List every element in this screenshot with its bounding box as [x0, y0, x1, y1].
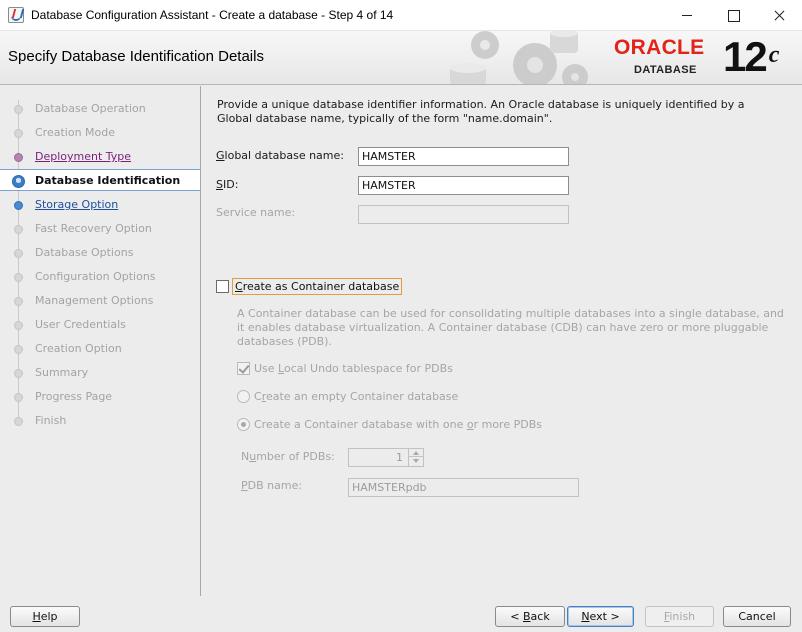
- nav-step-label: Creation Mode: [35, 126, 116, 139]
- nav-step-creation-option: Creation Option: [0, 338, 200, 360]
- container-description: A Container database can be used for con…: [237, 307, 784, 348]
- help-button[interactable]: Help: [10, 606, 80, 627]
- nav-step-label: Fast Recovery Option: [35, 222, 152, 235]
- step-indicator-icon: [14, 297, 23, 306]
- step-indicator-icon: [14, 129, 23, 138]
- nav-step-label: Database Operation: [35, 102, 146, 115]
- global-db-name-label: Global database name:: [216, 149, 344, 162]
- pdb-name-input[interactable]: [348, 478, 579, 497]
- step-indicator-icon: [14, 201, 23, 210]
- maximize-icon[interactable]: [710, 0, 756, 31]
- main-panel: Provide a unique database identifier inf…: [201, 86, 802, 596]
- nav-step-label: Configuration Options: [35, 270, 156, 283]
- num-pdbs-value: 1: [396, 451, 403, 464]
- database-wordmark: DATABASE: [634, 64, 697, 76]
- step-indicator-icon: [14, 225, 23, 234]
- step-indicator-icon: [14, 417, 23, 426]
- nav-step-database-options: Database Options: [0, 242, 200, 264]
- nav-step-label: Finish: [35, 414, 67, 427]
- nav-step-fast-recovery-option: Fast Recovery Option: [0, 218, 200, 240]
- nav-step-user-credentials: User Credentials: [0, 314, 200, 336]
- header-banner: Specify Database Identification Details …: [0, 31, 802, 85]
- nav-step-label: Progress Page: [35, 390, 113, 403]
- version-suffix: c: [768, 42, 780, 68]
- nav-step-label: Database Options: [35, 246, 134, 259]
- cancel-button[interactable]: Cancel: [723, 606, 791, 627]
- oracle-wordmark: ORACLE: [614, 36, 705, 59]
- nav-step-label: Management Options: [35, 294, 154, 307]
- num-pdbs-label: Number of PDBs:: [241, 450, 335, 463]
- service-name-label: Service name:: [216, 206, 296, 219]
- nav-step-summary: Summary: [0, 362, 200, 384]
- nav-step-deployment-type[interactable]: Deployment Type: [0, 146, 200, 168]
- step-indicator-icon: [14, 273, 23, 282]
- service-name-input[interactable]: [358, 205, 569, 224]
- page-title: Specify Database Identification Details: [8, 48, 264, 65]
- create-container-label[interactable]: Create as Container database: [232, 278, 403, 295]
- nav-step-label: Summary: [35, 366, 89, 379]
- java-app-icon: [8, 7, 24, 23]
- nav-step-label: Creation Option: [35, 342, 122, 355]
- empty-cdb-radio[interactable]: [237, 390, 250, 403]
- local-undo-checkbox[interactable]: [237, 362, 250, 375]
- empty-cdb-label: Create an empty Container database: [254, 390, 459, 403]
- stepper-down-icon[interactable]: [409, 457, 423, 465]
- sid-label: SID:: [216, 178, 239, 191]
- local-undo-label: Use Local Undo tablespace for PDBs: [254, 362, 453, 375]
- step-indicator-icon: [14, 153, 23, 162]
- back-button[interactable]: < Back: [495, 606, 565, 627]
- step-indicator-icon: [14, 321, 23, 330]
- nav-step-configuration-options: Configuration Options: [0, 266, 200, 288]
- step-indicator-icon: [14, 249, 23, 258]
- nav-step-management-options: Management Options: [0, 290, 200, 312]
- step-indicator-icon: [12, 175, 25, 188]
- nav-step-label: User Credentials: [35, 318, 126, 331]
- stepper-up-icon[interactable]: [409, 449, 423, 457]
- footer-bar: Help < Back Next > Finish Cancel: [0, 596, 802, 632]
- oracle-logo: ORACLE DATABASE: [614, 37, 720, 79]
- finish-button[interactable]: Finish: [645, 606, 714, 627]
- num-pdbs-stepper[interactable]: 1: [348, 448, 424, 467]
- stepper-buttons: [408, 449, 423, 466]
- title-bar: Database Configuration Assistant - Creat…: [0, 0, 802, 31]
- sid-input[interactable]: [358, 176, 569, 195]
- cdb-with-pdbs-radio[interactable]: [237, 418, 250, 431]
- nav-step-label: Deployment Type: [35, 150, 132, 163]
- create-container-checkbox[interactable]: [216, 280, 229, 293]
- nav-step-label: Storage Option: [35, 198, 119, 211]
- close-icon[interactable]: [756, 0, 802, 31]
- version-badge: 12 c: [723, 33, 780, 80]
- step-indicator-icon: [14, 105, 23, 114]
- gears-graphic-icon: [450, 31, 588, 84]
- nav-step-creation-mode: Creation Mode: [0, 122, 200, 144]
- nav-step-storage-option[interactable]: Storage Option: [0, 194, 200, 216]
- nav-step-label: Database Identification: [35, 174, 181, 187]
- step-indicator-icon: [14, 369, 23, 378]
- nav-step-progress-page: Progress Page: [0, 386, 200, 408]
- nav-step-database-identification: Database Identification: [0, 169, 200, 191]
- nav-step-finish: Finish: [0, 410, 200, 432]
- intro-text: Provide a unique database identifier inf…: [217, 98, 745, 125]
- next-button[interactable]: Next >: [567, 606, 634, 627]
- step-indicator-icon: [14, 345, 23, 354]
- step-navigator: Database Operation Creation Mode Deploymen…: [0, 86, 201, 596]
- nav-step-database-operation: Database Operation: [0, 98, 200, 120]
- pdb-name-label: PDB name:: [241, 479, 303, 492]
- cdb-with-pdbs-label: Create a Container database with one or …: [254, 418, 542, 431]
- version-number: 12: [723, 33, 768, 80]
- minimize-icon[interactable]: [664, 0, 710, 31]
- global-db-name-input[interactable]: [358, 147, 569, 166]
- window-title: Database Configuration Assistant - Creat…: [31, 8, 394, 22]
- step-indicator-icon: [14, 393, 23, 402]
